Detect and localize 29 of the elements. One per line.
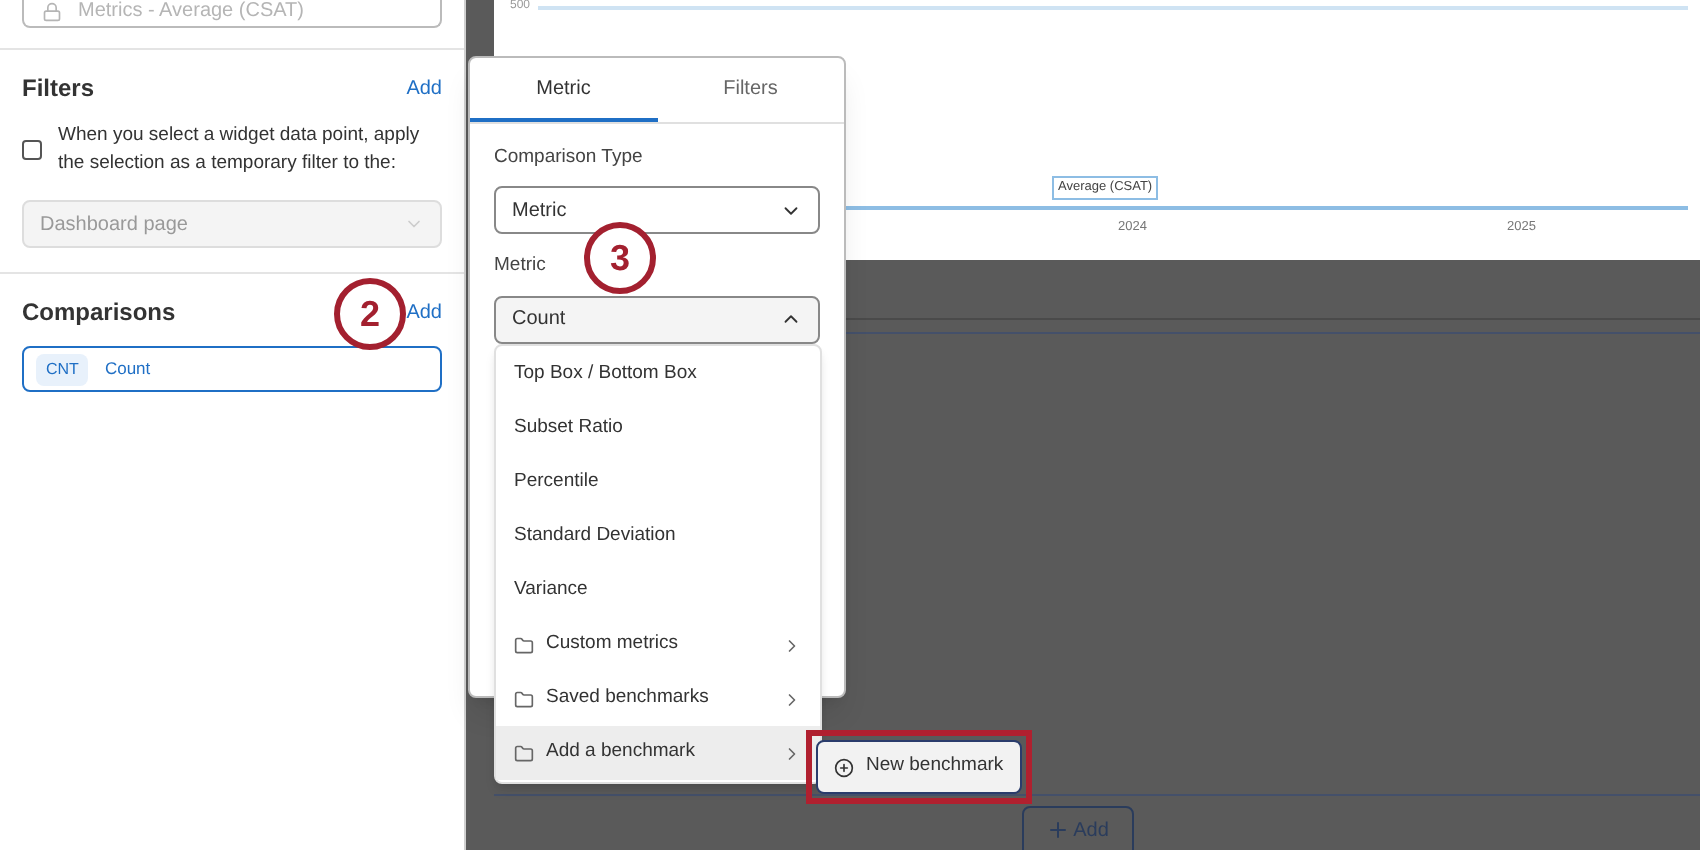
menu-item[interactable]: Top Box / Bottom Box [496, 348, 820, 402]
comparison-item[interactable]: CNT Count [22, 346, 442, 392]
dropdown-field[interactable]: Count [494, 295, 820, 343]
add-link[interactable]: Add [406, 297, 442, 327]
new-benchmark-button[interactable]: New benchmark [816, 740, 1022, 794]
popover-tab[interactable]: Metric [470, 58, 657, 122]
menu-item[interactable]: Variance [496, 564, 820, 618]
folder-icon [514, 635, 534, 655]
section-title: Filters [22, 72, 95, 106]
filter-checkbox[interactable] [22, 140, 42, 160]
lock-icon [42, 2, 62, 22]
folder-icon [514, 689, 534, 709]
menu-item[interactable]: Custom metrics [496, 618, 820, 672]
menu-item[interactable]: Percentile [496, 456, 820, 510]
checkbox-label: When you select a widget data point, apply the selection as a temporary filter to the: [58, 122, 422, 178]
folder-icon [514, 743, 534, 763]
comparison-label: Count [104, 356, 151, 382]
menu-item[interactable]: Standard Deviation [496, 510, 820, 564]
field-label: Comparison Type [494, 144, 643, 172]
field-label: Metric [494, 252, 546, 281]
menu-item[interactable]: Subset Ratio [496, 402, 820, 456]
section-title: Comparisons [22, 296, 176, 330]
plus-circle-icon [834, 757, 854, 777]
menu-item[interactable]: Add a benchmark [496, 726, 820, 780]
menu-item[interactable]: Saved benchmarks [496, 672, 820, 726]
add-link[interactable]: Add [406, 73, 442, 103]
plus-icon [1045, 818, 1070, 842]
metric-tag: CNT [36, 353, 89, 385]
popover-tab[interactable]: Filters [657, 58, 844, 122]
